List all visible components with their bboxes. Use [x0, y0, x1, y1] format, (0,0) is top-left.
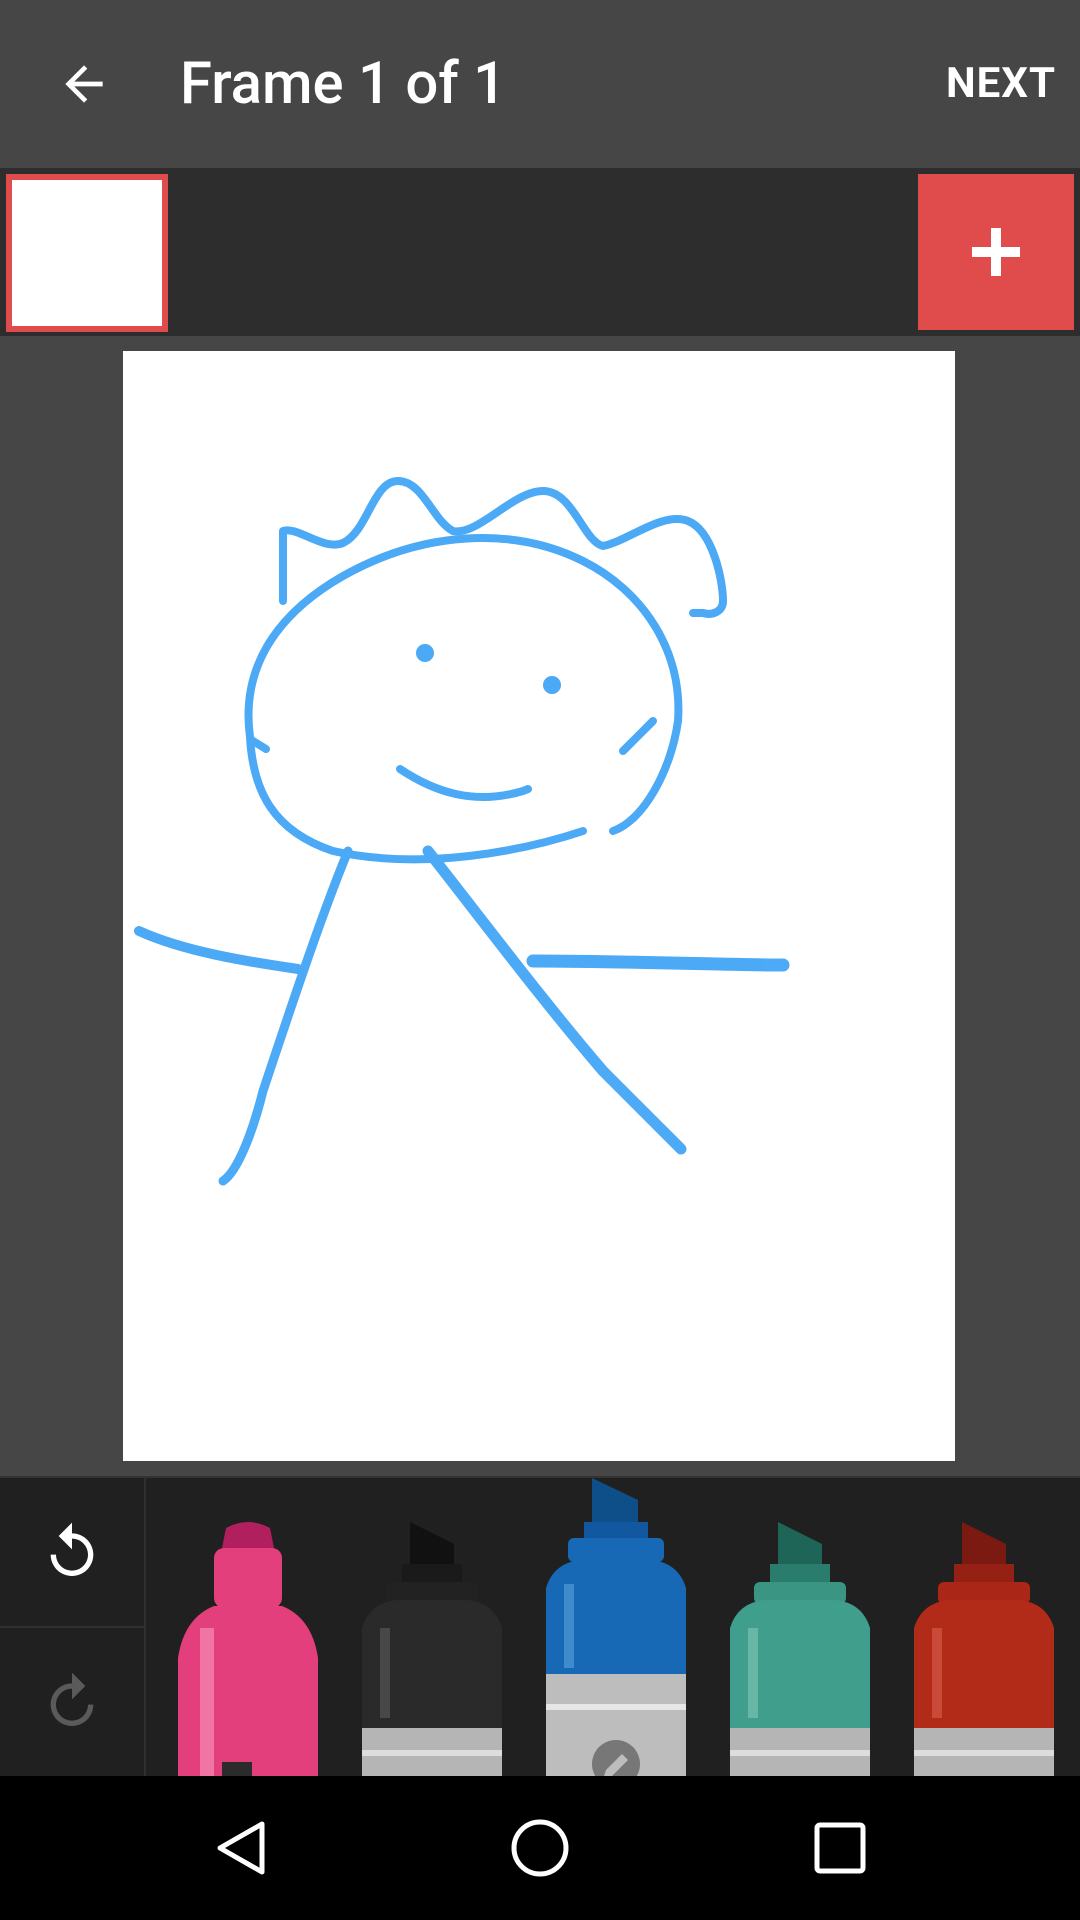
drawing-canvas[interactable] [123, 351, 955, 1461]
system-nav-bar [0, 1776, 1080, 1920]
drawing-strokes [134, 477, 790, 1186]
marker-pink[interactable] [174, 1478, 322, 1778]
tool-panel [0, 1476, 1080, 1788]
nav-recents-button[interactable] [790, 1798, 890, 1898]
square-recents-icon [814, 1822, 866, 1874]
next-button[interactable]: NEXT [946, 54, 1056, 114]
undo-button[interactable] [0, 1478, 144, 1628]
history-controls [0, 1478, 146, 1778]
frames-strip [0, 168, 1080, 336]
redo-button[interactable] [0, 1628, 144, 1776]
pink-marker-icon [178, 1522, 318, 1778]
red-marker-icon [914, 1522, 1054, 1778]
page-title: Frame 1 of 1 [180, 50, 507, 118]
back-button[interactable] [44, 44, 124, 124]
black-marker-icon [362, 1522, 502, 1778]
blue-marker-icon [546, 1478, 686, 1788]
marker-blue[interactable] [542, 1478, 690, 1788]
triangle-back-icon [217, 1821, 265, 1875]
frame-thumbnail[interactable] [6, 174, 168, 332]
add-frame-button[interactable] [918, 174, 1074, 330]
marker-red[interactable] [910, 1478, 1058, 1778]
plus-icon [972, 228, 1020, 276]
app-bar: Frame 1 of 1 NEXT [0, 0, 1080, 168]
canvas-area [0, 336, 1080, 1476]
arrow-back-icon [65, 65, 103, 103]
nav-home-button[interactable] [490, 1798, 590, 1898]
circle-home-icon [511, 1819, 569, 1877]
undo-icon [50, 1522, 94, 1576]
marker-black[interactable] [358, 1478, 506, 1778]
teal-marker-icon [730, 1522, 870, 1778]
nav-back-button[interactable] [192, 1798, 292, 1898]
marker-teal[interactable] [726, 1478, 874, 1778]
redo-icon [50, 1672, 94, 1726]
